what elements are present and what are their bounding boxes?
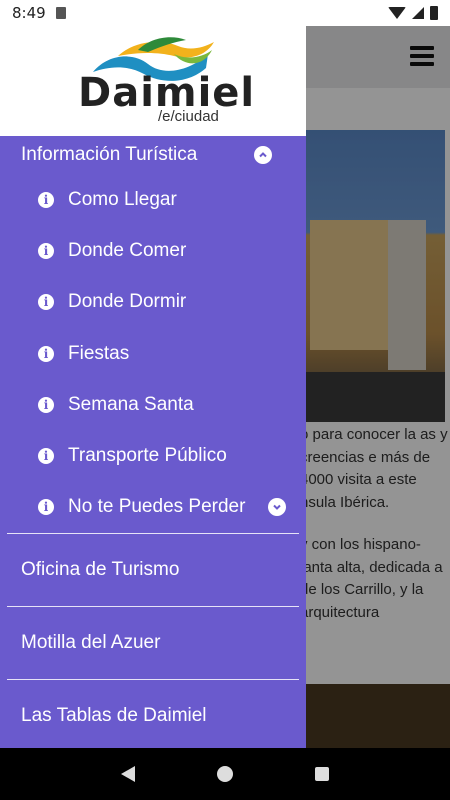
status-time: 8:49 (12, 4, 46, 22)
info-icon: i (38, 345, 54, 362)
system-navigation-bar (0, 748, 450, 800)
back-icon[interactable] (121, 766, 135, 782)
battery-icon (430, 6, 438, 20)
sidebar-item-label: No te Puedes Perder (68, 496, 246, 518)
info-icon: i (38, 448, 54, 465)
sidebar-item-no-te-puedes-perder[interactable]: i No te Puedes Perder (0, 482, 306, 533)
drawer-header: Daimiel /e/ciudad (0, 26, 306, 136)
menu-item-label: Las Tablas de Daimiel (21, 705, 207, 727)
sidebar-item-label: Semana Santa (68, 393, 194, 415)
daimiel-logo: Daimiel /e/ciudad (78, 32, 254, 132)
chevron-up-icon[interactable] (254, 146, 272, 164)
recent-apps-icon[interactable] (315, 767, 329, 781)
sidebar-item-label: Donde Comer (68, 239, 187, 261)
sidebar-item-donde-comer[interactable]: i Donde Comer (0, 225, 306, 276)
status-icons (388, 6, 438, 20)
info-icon: i (38, 242, 54, 259)
sidebar-item-donde-dormir[interactable]: i Donde Dormir (0, 277, 306, 328)
navigation-drawer: Daimiel /e/ciudad Información Turística … (0, 26, 306, 748)
chevron-down-icon[interactable] (268, 498, 286, 517)
home-icon[interactable] (217, 766, 233, 782)
sidebar-item-transporte-publico[interactable]: i Transporte Público (0, 430, 306, 481)
menu-item-label: Oficina de Turismo (21, 559, 180, 581)
menu-item-label: Motilla del Azuer (21, 632, 161, 654)
section-label: Información Turística (21, 144, 198, 165)
sidebar-item-label: Fiestas (68, 342, 130, 364)
section-informacion-turistica[interactable]: Información Turística (0, 136, 306, 174)
sidebar-item-label: Donde Dormir (68, 291, 187, 313)
info-icon: i (38, 499, 54, 516)
menu-item-motilla-del-azuer[interactable]: Motilla del Azuer (0, 607, 306, 679)
info-icon: i (38, 191, 54, 208)
sidebar-item-como-llegar[interactable]: i Como Llegar (0, 174, 306, 225)
status-bar: 8:49 (0, 0, 450, 26)
logo-subtext: /e/ciudad (158, 108, 219, 125)
menu-item-las-tablas-de-daimiel[interactable]: Las Tablas de Daimiel (0, 680, 306, 748)
signal-icon (412, 7, 424, 19)
wifi-icon (388, 7, 406, 19)
menu-item-oficina-de-turismo[interactable]: Oficina de Turismo (0, 534, 306, 606)
sidebar-item-label: Transporte Público (68, 445, 227, 467)
sidebar-item-fiestas[interactable]: i Fiestas (0, 328, 306, 379)
sd-card-icon (55, 7, 66, 19)
info-icon: i (38, 396, 54, 413)
sidebar-item-semana-santa[interactable]: i Semana Santa (0, 379, 306, 430)
info-icon: i (38, 294, 54, 311)
sidebar-item-label: Como Llegar (68, 188, 177, 210)
